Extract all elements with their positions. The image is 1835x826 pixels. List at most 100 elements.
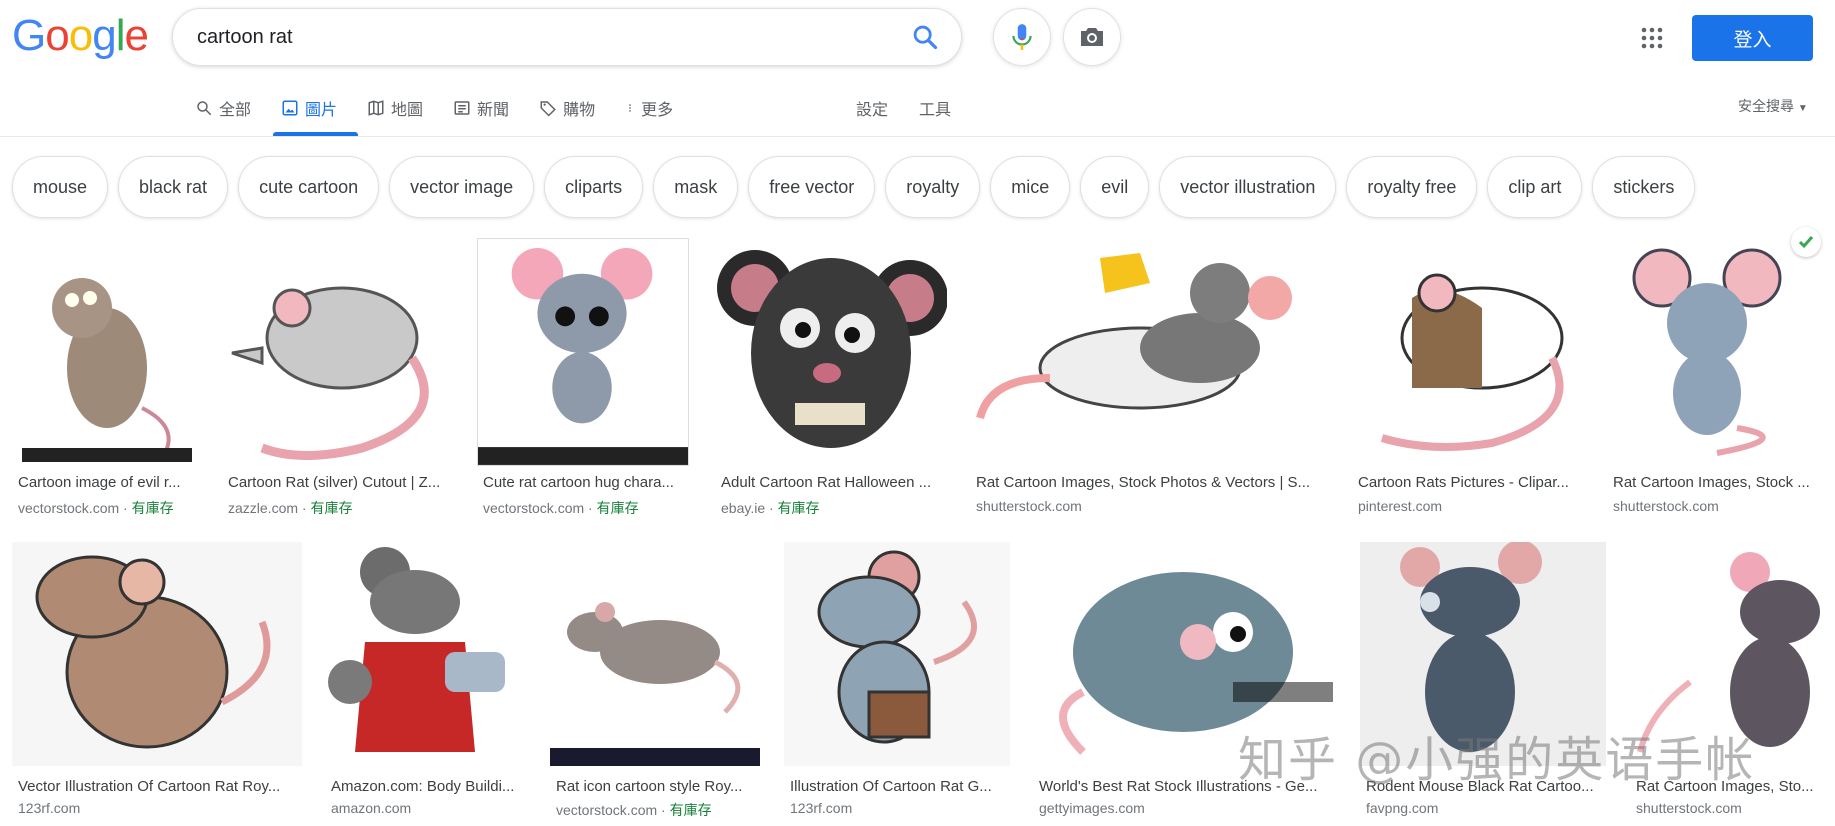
in-stock-label: 有庫存 xyxy=(310,500,353,516)
result-source[interactable]: 123rf.com xyxy=(790,800,852,816)
rat-thumbnail xyxy=(550,542,760,766)
rat-thumbnail xyxy=(715,238,947,466)
search-input[interactable] xyxy=(197,9,857,65)
chip[interactable]: clip art xyxy=(1487,156,1583,218)
result-title[interactable]: Vector Illustration Of Cartoon Rat Roy..… xyxy=(18,778,298,795)
result-thumbnail[interactable] xyxy=(784,542,1010,766)
result-source[interactable]: favpng.com xyxy=(1366,800,1438,816)
separator: · xyxy=(765,500,778,516)
result-source[interactable]: gettyimages.com xyxy=(1039,800,1145,816)
camera-icon xyxy=(1081,28,1103,46)
map-icon xyxy=(368,100,384,116)
result-source[interactable]: zazzle.com · 有庫存 xyxy=(228,498,352,518)
result-title[interactable]: Illustration Of Cartoon Rat G... xyxy=(790,778,1006,795)
microphone-icon xyxy=(1012,24,1032,50)
result-title[interactable]: Adult Cartoon Rat Halloween ... xyxy=(721,474,943,491)
logo-letter: l xyxy=(115,11,126,60)
tab-label: 更多 xyxy=(641,102,674,119)
result-title[interactable]: Cartoon Rat (silver) Cutout | Z... xyxy=(228,474,448,491)
separator: · xyxy=(119,500,132,516)
search-box[interactable] xyxy=(172,8,962,66)
result-thumbnail[interactable] xyxy=(12,238,198,466)
google-logo[interactable]: Google xyxy=(12,11,149,60)
header-divider xyxy=(0,136,1835,137)
related-chips: mouse black rat cute cartoon vector imag… xyxy=(12,156,1696,218)
result-thumbnail[interactable] xyxy=(970,238,1328,466)
result-title[interactable]: Rat Cartoon Images, Stock Photos & Vecto… xyxy=(976,474,1324,491)
voice-search-button[interactable] xyxy=(993,8,1051,66)
result-source[interactable]: shutterstock.com xyxy=(976,498,1082,514)
chip[interactable]: mice xyxy=(990,156,1071,218)
result-source[interactable]: shutterstock.com xyxy=(1613,498,1719,514)
chip[interactable]: royalty free xyxy=(1346,156,1478,218)
result-thumbnail[interactable] xyxy=(477,238,689,466)
result-thumbnail[interactable] xyxy=(715,238,947,466)
apps-grid-icon[interactable] xyxy=(1640,26,1664,50)
result-source[interactable]: amazon.com xyxy=(331,800,411,816)
in-stock-label: 有庫存 xyxy=(131,500,174,516)
result-thumbnail[interactable] xyxy=(1607,238,1835,466)
rat-thumbnail xyxy=(222,238,452,466)
signin-button[interactable]: 登入 xyxy=(1692,15,1813,61)
rat-thumbnail xyxy=(478,239,688,465)
result-title[interactable]: Amazon.com: Body Buildi... xyxy=(331,778,523,795)
settings-link[interactable]: 設定 xyxy=(856,96,888,120)
result-title[interactable]: Rat Cartoon Images, Stock ... xyxy=(1613,474,1823,491)
source-domain: shutterstock.com xyxy=(976,498,1082,514)
chip[interactable]: mouse xyxy=(12,156,109,218)
tab-label: 圖片 xyxy=(305,102,338,119)
tab-label: 地圖 xyxy=(391,102,424,119)
result-title[interactable]: Cute rat cartoon hug chara... xyxy=(483,474,685,491)
source-domain: vectorstock.com xyxy=(556,802,658,818)
chip[interactable]: evil xyxy=(1080,156,1150,218)
chip[interactable]: free vector xyxy=(748,156,876,218)
chip[interactable]: vector illustration xyxy=(1159,156,1337,218)
watermark: 知乎 @小强的英语手帐 xyxy=(1238,732,1756,788)
result-source[interactable]: shutterstock.com xyxy=(1636,800,1742,816)
result-thumbnail[interactable] xyxy=(325,542,527,766)
result-thumbnail[interactable] xyxy=(12,542,302,766)
result-title[interactable]: Rat icon cartoon style Roy... xyxy=(556,778,756,795)
source-domain: vectorstock.com xyxy=(18,500,120,516)
rat-thumbnail xyxy=(784,542,1010,766)
search-icon[interactable] xyxy=(911,23,939,51)
safe-search-dropdown[interactable]: 安全搜尋 ▼ xyxy=(1738,96,1808,116)
source-domain: pinterest.com xyxy=(1358,498,1443,514)
source-domain: 123rf.com xyxy=(790,800,853,816)
tab-images[interactable]: 圖片 xyxy=(281,88,337,128)
result-title[interactable]: Cartoon Rats Pictures - Clipar... xyxy=(1358,474,1578,491)
result-source[interactable]: 123rf.com xyxy=(18,800,80,816)
result-thumbnail[interactable] xyxy=(550,542,760,766)
rat-thumbnail xyxy=(12,542,302,766)
result-source[interactable]: pinterest.com xyxy=(1358,498,1442,514)
rat-thumbnail xyxy=(1607,238,1835,466)
source-domain: shutterstock.com xyxy=(1613,498,1719,514)
image-search-button[interactable] xyxy=(1063,8,1121,66)
result-source[interactable]: vectorstock.com · 有庫存 xyxy=(556,800,712,820)
tab-all[interactable]: 全部 xyxy=(195,88,251,128)
result-title[interactable]: Cartoon image of evil r... xyxy=(18,474,194,491)
chip[interactable]: royalty xyxy=(885,156,981,218)
result-source[interactable]: vectorstock.com · 有庫存 xyxy=(18,498,174,518)
tab-shopping[interactable]: 購物 xyxy=(539,88,595,128)
tools-link[interactable]: 工具 xyxy=(919,96,951,120)
result-thumbnail[interactable] xyxy=(222,238,452,466)
logo-letter: o xyxy=(45,11,70,60)
chip[interactable]: stickers xyxy=(1592,156,1696,218)
tab-maps[interactable]: 地圖 xyxy=(367,88,423,128)
source-domain: amazon.com xyxy=(331,800,412,816)
result-source[interactable]: ebay.ie · 有庫存 xyxy=(721,498,820,518)
result-source[interactable]: vectorstock.com · 有庫存 xyxy=(483,498,639,518)
result-thumbnail[interactable] xyxy=(1352,238,1582,466)
tab-news[interactable]: 新聞 xyxy=(453,88,509,128)
separator: · xyxy=(298,500,311,516)
chip[interactable]: mask xyxy=(653,156,739,218)
chip[interactable]: cute cartoon xyxy=(238,156,380,218)
logo-letter: o xyxy=(68,11,94,60)
source-domain: ebay.ie xyxy=(721,500,766,516)
chip[interactable]: vector image xyxy=(389,156,535,218)
tab-more[interactable]: 更多 xyxy=(625,88,673,128)
logo-letter: g xyxy=(92,11,117,60)
chip[interactable]: black rat xyxy=(118,156,229,218)
chip[interactable]: cliparts xyxy=(544,156,644,218)
